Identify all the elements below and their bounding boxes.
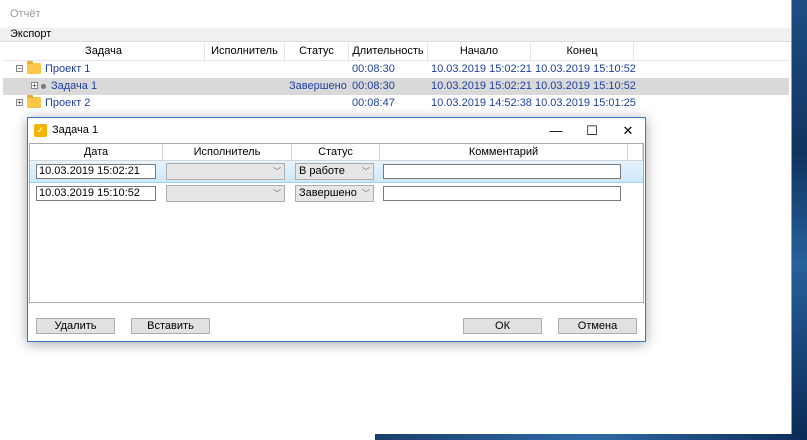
menu-export[interactable]: Экспорт (10, 28, 51, 40)
comment-field[interactable] (383, 164, 621, 179)
close-icon[interactable]: ✕ (610, 118, 646, 143)
cancel-button[interactable]: Отмена (558, 318, 637, 334)
col-filler (628, 144, 643, 161)
collapse-icon[interactable]: − (16, 65, 23, 73)
comment-field[interactable] (383, 186, 621, 201)
task-duration: 00:08:30 (352, 63, 395, 75)
ok-button[interactable]: ОК (463, 318, 542, 334)
app-icon: ✓ (34, 124, 47, 137)
window-title: Отчёт (10, 8, 41, 20)
col-comment[interactable]: Комментарий (380, 144, 628, 161)
desktop-background-bottom (375, 434, 807, 440)
col-date[interactable]: Дата (30, 144, 163, 161)
expand-icon[interactable]: + (31, 82, 38, 90)
status-select[interactable]: В работе ﹀ (295, 163, 374, 180)
tree-header: Задача Исполнитель Статус Длительность Н… (3, 43, 789, 61)
task-start: 10.03.2019 15:02:21 (431, 63, 532, 75)
delete-button[interactable]: Удалить (36, 318, 115, 334)
task-end: 10.03.2019 15:10:52 (535, 63, 636, 75)
insert-button[interactable]: Вставить (131, 318, 210, 334)
status-value: Завершено (299, 187, 357, 199)
col-end[interactable]: Конец (531, 43, 634, 60)
col-assignee[interactable]: Исполнитель (163, 144, 292, 161)
folder-icon (27, 61, 41, 74)
col-status[interactable]: Статус (285, 43, 349, 60)
status-value: В работе (299, 165, 345, 177)
col-duration[interactable]: Длительность (349, 43, 428, 60)
desktop-background (792, 0, 807, 440)
col-status[interactable]: Статус (292, 144, 380, 161)
tree-row-project-2[interactable]: + Проект 2 00:08:47 10.03.2019 14:52:38 … (3, 95, 789, 112)
col-assignee[interactable]: Исполнитель (205, 43, 285, 60)
folder-icon (27, 95, 41, 108)
task-name: Проект 2 (45, 97, 91, 109)
date-field[interactable]: 10.03.2019 15:02:21 (36, 164, 156, 179)
expand-icon[interactable]: + (16, 99, 23, 107)
task-duration: 00:08:47 (352, 97, 395, 109)
grid-row[interactable]: 10.03.2019 15:10:52 ﹀ Завершено ﹀ (30, 183, 643, 204)
task-end: 10.03.2019 15:01:25 (535, 97, 636, 109)
task-duration: 00:08:30 (352, 80, 395, 92)
chevron-down-icon[interactable]: ﹀ (362, 164, 370, 179)
dialog-title-bar[interactable]: ✓ Задача 1 — ☐ ✕ (28, 118, 645, 143)
chevron-down-icon[interactable]: ﹀ (273, 186, 281, 201)
col-task[interactable]: Задача (3, 43, 205, 60)
dialog-title: Задача 1 (52, 124, 99, 136)
col-start[interactable]: Начало (428, 43, 531, 60)
tree-row-project-1[interactable]: − Проект 1 00:08:30 10.03.2019 15:02:21 … (3, 61, 789, 78)
task-dialog: ✓ Задача 1 — ☐ ✕ Дата Исполнитель Статус… (27, 117, 646, 342)
chevron-down-icon[interactable]: ﹀ (362, 186, 370, 201)
menu-bar: Экспорт (0, 28, 791, 42)
tree-row-task-1[interactable]: + Задача 1 Завершено 00:08:30 10.03.2019… (3, 78, 789, 95)
chevron-down-icon[interactable]: ﹀ (273, 164, 281, 179)
task-start: 10.03.2019 14:52:38 (431, 97, 532, 109)
assignee-select[interactable]: ﹀ (166, 163, 285, 180)
history-grid: Дата Исполнитель Статус Комментарий 10.0… (29, 143, 644, 303)
maximize-icon[interactable]: ☐ (574, 118, 610, 143)
grid-row[interactable]: 10.03.2019 15:02:21 ﹀ В работе ﹀ (30, 161, 643, 183)
status-select[interactable]: Завершено ﹀ (295, 185, 374, 202)
task-end: 10.03.2019 15:10:52 (535, 80, 636, 92)
task-start: 10.03.2019 15:02:21 (431, 80, 532, 92)
assignee-select[interactable]: ﹀ (166, 185, 285, 202)
task-name: Задача 1 (51, 80, 98, 92)
task-status: Завершено (289, 80, 347, 92)
minimize-icon[interactable]: — (538, 118, 574, 143)
task-name: Проект 1 (45, 63, 91, 75)
date-field[interactable]: 10.03.2019 15:10:52 (36, 186, 156, 201)
bullet-icon (41, 84, 46, 89)
